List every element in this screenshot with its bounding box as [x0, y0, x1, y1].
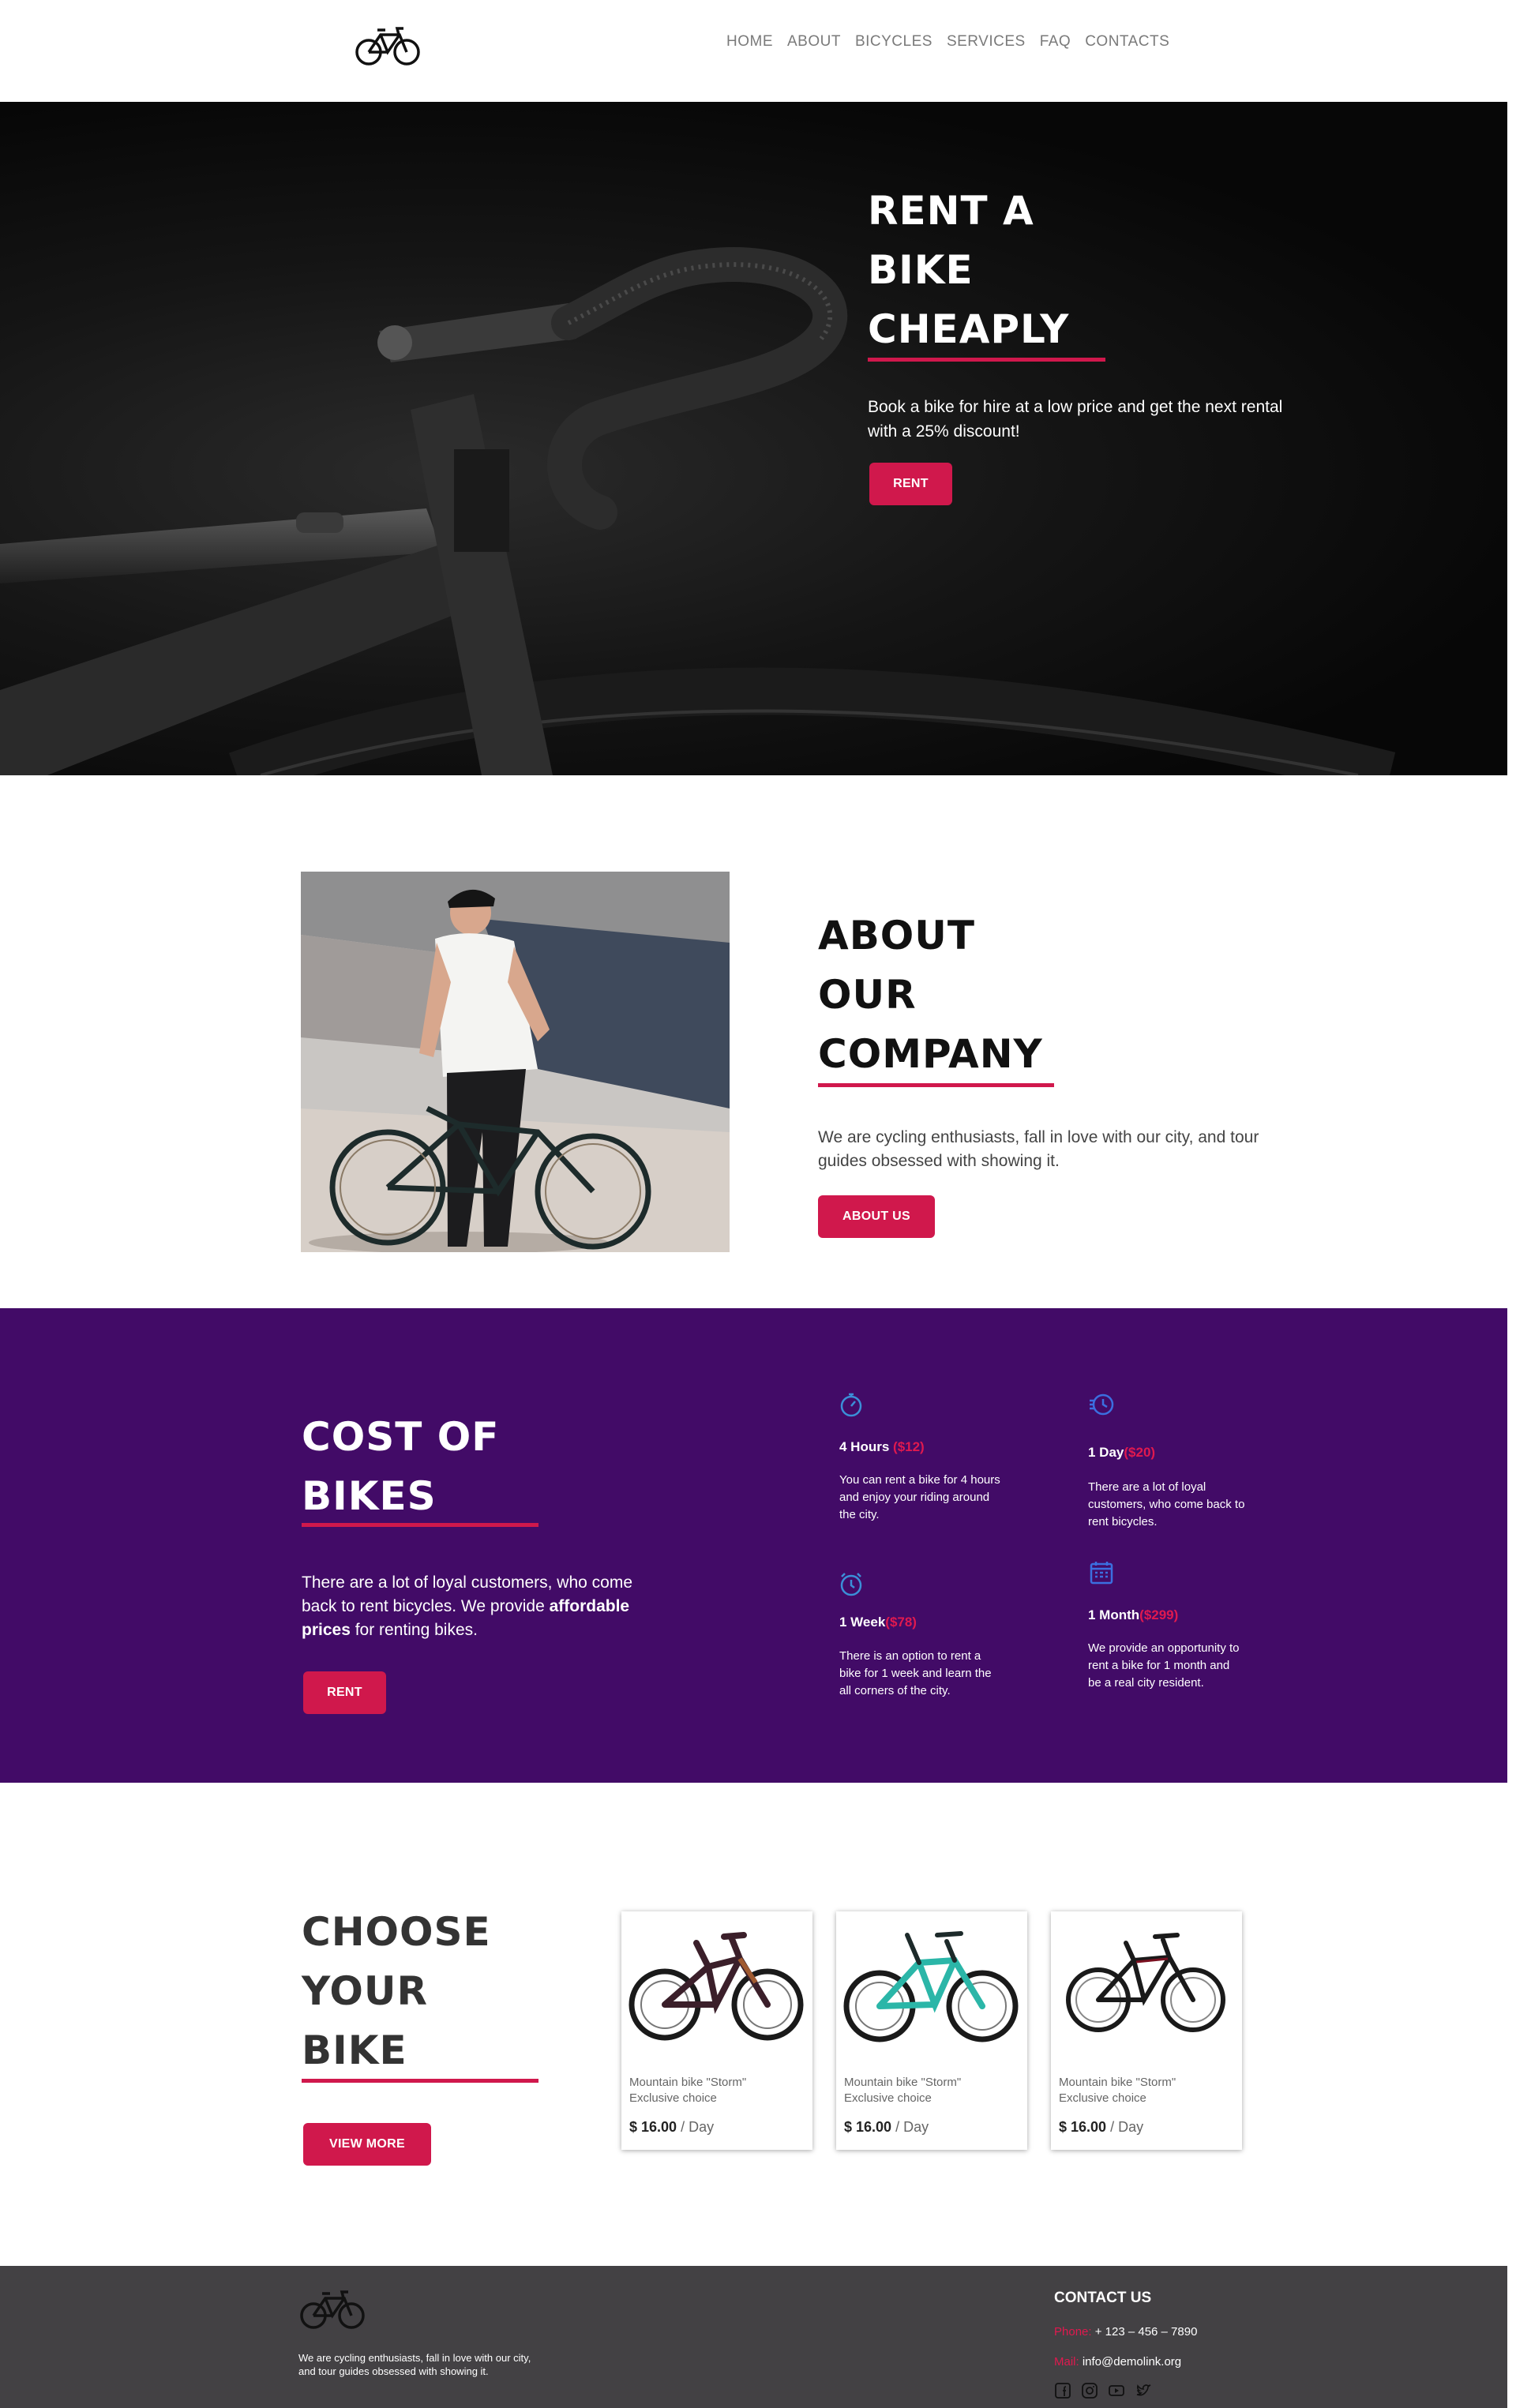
plan-price: ($299)	[1139, 1607, 1179, 1622]
site-footer	[0, 2266, 1507, 2408]
nav-home[interactable]: HOME	[726, 33, 773, 51]
about-us-button[interactable]: ABOUT US	[818, 1195, 935, 1238]
hero-text: Book a bike for hire at a low price and …	[868, 398, 1283, 441]
plan-1-week-title: 1 Week($78)	[839, 1615, 917, 1630]
bike-name: Mountain bike "Storm"	[1059, 2076, 1176, 2089]
nav-faq[interactable]: FAQ	[1040, 33, 1071, 51]
cost-text: There are a lot of loyal customers, who …	[302, 1571, 665, 1642]
choose-title-line: BIKE	[302, 2027, 407, 2073]
bike-price-amount: $ 16.00	[1059, 2119, 1107, 2135]
bike-price-amount: $ 16.00	[844, 2119, 892, 2135]
contact-mail: Mail: info@demolink.org	[1054, 2355, 1181, 2369]
nav-services[interactable]: SERVICES	[947, 33, 1026, 51]
twitter-icon[interactable]	[1135, 2382, 1152, 2399]
plan-name: 1 Week	[839, 1615, 886, 1630]
plan-name: 4 Hours	[839, 1439, 890, 1454]
nav-contacts[interactable]: CONTACTS	[1085, 33, 1169, 51]
bike-name: Mountain bike "Storm"	[844, 2076, 962, 2089]
mail-label: Mail:	[1054, 2355, 1079, 2369]
view-more-button[interactable]: VIEW MORE	[303, 2123, 431, 2166]
youtube-icon[interactable]	[1108, 2382, 1125, 2399]
bike-price-unit: / Day	[891, 2119, 929, 2135]
hero-rent-button[interactable]: RENT	[869, 463, 952, 505]
about-title-line: COMPANY	[818, 1031, 1043, 1077]
nav-about[interactable]: ABOUT	[787, 33, 841, 51]
choose-title-line: YOUR	[302, 1968, 429, 2014]
plan-4-hours-title: 4 Hours ($12)	[839, 1439, 925, 1455]
cost-title-underline	[302, 1523, 538, 1527]
cost-text-part: for renting bikes.	[350, 1621, 478, 1639]
choose-title: CHOOSE YOUR BIKE	[302, 1903, 617, 2080]
plan-name: 1 Day	[1088, 1445, 1124, 1460]
about-title-underline	[818, 1083, 1054, 1087]
bike-image	[1066, 1933, 1225, 2032]
cost-title-line: BIKES	[302, 1473, 437, 1519]
about-text: We are cycling enthusiasts, fall in love…	[818, 1128, 1259, 1170]
about-photo	[301, 872, 730, 1252]
bike-image	[629, 1932, 804, 2041]
bike-price: $ 16.00 / Day	[844, 2119, 929, 2136]
phone-value[interactable]: + 123 – 456 – 7890	[1092, 2325, 1198, 2339]
bike-price: $ 16.00 / Day	[1059, 2119, 1143, 2136]
bicycle-icon[interactable]	[298, 2286, 366, 2331]
cost-rent-button[interactable]: RENT	[303, 1671, 386, 1714]
bike-subtitle: Exclusive choice	[629, 2091, 717, 2105]
bike-card[interactable]: Mountain bike "Storm" Exclusive choice $…	[1051, 1911, 1242, 2150]
nav-bicycles[interactable]: BICYCLES	[855, 33, 932, 51]
main-nav: HOME ABOUT BICYCLES SERVICES FAQ CONTACT…	[726, 33, 1169, 51]
bike-card[interactable]: Mountain bike "Storm" Exclusive choice $…	[836, 1911, 1027, 2150]
contact-phone: Phone: + 123 – 456 – 7890	[1054, 2325, 1197, 2339]
bike-subtitle: Exclusive choice	[844, 2091, 932, 2105]
calendar-icon	[1088, 1559, 1115, 1586]
hero-title-line: CHEAPLY	[868, 306, 1070, 352]
bike-card[interactable]: Mountain bike "Storm" Exclusive choice $…	[621, 1911, 812, 2150]
contact-title: CONTACT US	[1054, 2290, 1152, 2306]
plan-1-week-desc: There is an option to rent a bike for 1 …	[839, 1649, 992, 1697]
about-title-line: ABOUT	[818, 913, 976, 958]
footer-text: We are cycling enthusiasts, fall in love…	[298, 2352, 531, 2377]
about-title-line: OUR	[818, 972, 917, 1018]
plan-price: ($12)	[893, 1439, 925, 1454]
bike-name: Mountain bike "Storm"	[629, 2076, 747, 2089]
about-title: ABOUT OUR COMPANY	[818, 906, 1134, 1084]
plan-4-hours-desc: You can rent a bike for 4 hours and enjo…	[839, 1473, 1000, 1521]
hero-title: RENT A BIKE CHEAPLY	[868, 182, 1184, 359]
choose-title-underline	[302, 2079, 538, 2083]
bicycle-icon[interactable]	[354, 22, 422, 68]
alarm-clock-icon	[838, 1571, 865, 1598]
hero-title-line: RENT A	[868, 188, 1034, 234]
phone-label: Phone:	[1054, 2325, 1092, 2339]
mail-value[interactable]: info@demolink.org	[1079, 2355, 1181, 2369]
instagram-icon[interactable]	[1081, 2382, 1098, 2399]
plan-1-day-title: 1 Day($20)	[1088, 1445, 1155, 1461]
choose-title-line: CHOOSE	[302, 1909, 491, 1955]
site-header	[0, 0, 1516, 102]
bike-price-amount: $ 16.00	[629, 2119, 677, 2135]
hero-title-underline	[868, 358, 1105, 362]
plan-1-month-desc: We provide an opportunity to rent a bike…	[1088, 1641, 1240, 1690]
facebook-icon[interactable]	[1054, 2382, 1071, 2399]
cost-section	[0, 1308, 1507, 1783]
social-links	[1054, 2382, 1152, 2399]
bike-subtitle: Exclusive choice	[1059, 2091, 1146, 2105]
bike-image	[843, 1931, 1019, 2042]
plan-price: ($20)	[1124, 1445, 1156, 1460]
plan-1-day-desc: There are a lot of loyal customers, who …	[1088, 1480, 1245, 1528]
plan-price: ($78)	[885, 1615, 917, 1630]
bike-price: $ 16.00 / Day	[629, 2119, 714, 2136]
stopwatch-icon	[838, 1391, 865, 1418]
bike-price-unit: / Day	[677, 2119, 715, 2135]
plan-1-month-title: 1 Month($299)	[1088, 1607, 1178, 1623]
plan-name: 1 Month	[1088, 1607, 1140, 1622]
bike-price-unit: / Day	[1106, 2119, 1144, 2135]
hero-title-line: BIKE	[868, 247, 974, 293]
cost-title-line: COST OF	[302, 1414, 500, 1460]
cost-title: COST OF BIKES	[302, 1408, 617, 1526]
speed-clock-icon	[1088, 1391, 1115, 1418]
